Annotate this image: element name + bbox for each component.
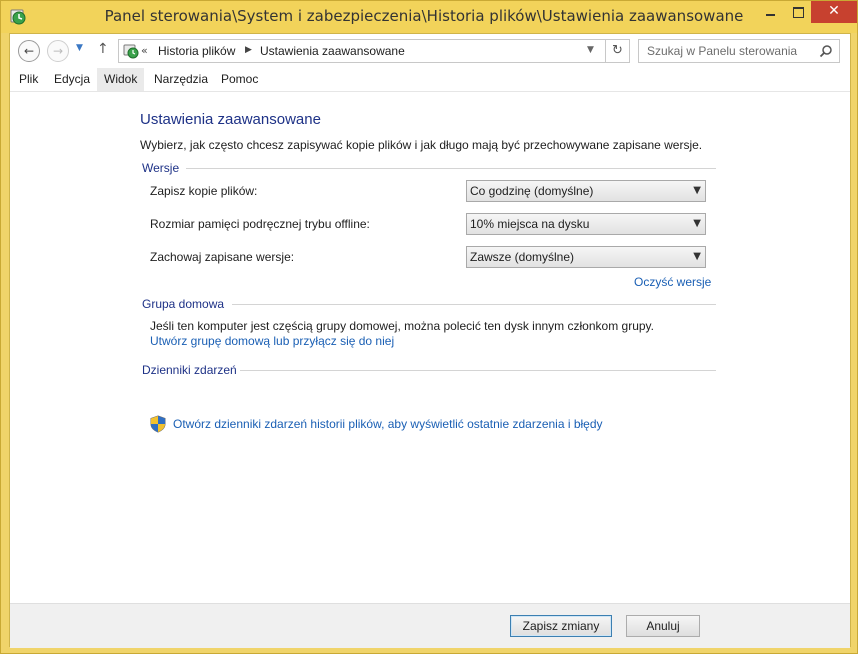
save-changes-button[interactable]: Zapisz zmiany: [510, 615, 612, 637]
homegroup-divider: [232, 304, 716, 305]
navigation-bar: ← → ▼ ↑ « Historia plików ▶ Ustawienia z…: [10, 34, 850, 68]
versions-header: Wersje: [142, 161, 180, 175]
breadcrumb-overflow-icon[interactable]: «: [141, 44, 148, 57]
save-copies-select[interactable]: Co godzinę (domyślne) ▼: [466, 180, 706, 202]
window-title: Panel sterowania\System i zabezpieczenia…: [104, 7, 744, 25]
breadcrumb-separator-icon[interactable]: ▶: [245, 45, 252, 55]
menu-tools[interactable]: Narzędzia: [147, 68, 215, 91]
page-description: Wybierz, jak często chcesz zapisywać kop…: [140, 138, 703, 152]
menu-help[interactable]: Pomoc: [214, 68, 265, 91]
menu-view[interactable]: Widok: [97, 68, 145, 91]
chevron-down-icon: ▼: [693, 218, 701, 229]
back-button[interactable]: ←: [18, 40, 40, 62]
search-box: [638, 39, 840, 63]
footer-bar: Zapisz zmiany Anuluj: [10, 603, 850, 648]
address-dropdown-icon[interactable]: ▼: [587, 45, 594, 55]
control-panel-icon: [123, 44, 139, 59]
breadcrumb-file-history[interactable]: Historia plików: [158, 44, 235, 58]
menu-edit[interactable]: Edycja: [47, 68, 97, 91]
versions-divider: [186, 168, 716, 169]
main-content: Ustawienia zaawansowane Wybierz, jak czę…: [10, 93, 850, 603]
client-area: ← → ▼ ↑ « Historia plików ▶ Ustawienia z…: [9, 33, 851, 648]
keep-versions-select[interactable]: Zawsze (domyślne) ▼: [466, 246, 706, 268]
page-title: Ustawienia zaawansowane: [140, 111, 321, 128]
menu-bar: Plik Edycja Widok Narzędzia Pomoc: [10, 68, 850, 92]
address-bar[interactable]: « Historia plików ▶ Ustawienia zaawansow…: [118, 39, 606, 63]
search-input[interactable]: [639, 40, 815, 62]
window: Panel sterowania\System i zabezpieczenia…: [0, 0, 858, 654]
search-icon[interactable]: [819, 44, 833, 58]
chevron-down-icon: ▼: [693, 251, 701, 262]
event-logs-header: Dzienniki zdarzeń: [142, 363, 237, 377]
maximize-button[interactable]: [785, 1, 811, 23]
up-button[interactable]: ↑: [97, 41, 109, 57]
offline-cache-value: 10% miejsca na dysku: [470, 217, 590, 231]
chevron-down-icon: ▼: [693, 185, 701, 196]
save-copies-label: Zapisz kopie plików:: [150, 184, 258, 198]
offline-cache-select[interactable]: 10% miejsca na dysku ▼: [466, 213, 706, 235]
event-logs-divider: [240, 370, 716, 371]
recent-locations-icon[interactable]: ▼: [76, 43, 83, 53]
homegroup-link[interactable]: Utwórz grupę domową lub przyłącz się do …: [150, 334, 394, 348]
cancel-button[interactable]: Anuluj: [626, 615, 700, 637]
keep-versions-value: Zawsze (domyślne): [470, 250, 575, 264]
homegroup-header: Grupa domowa: [142, 297, 225, 311]
keep-versions-label: Zachowaj zapisane wersje:: [150, 250, 295, 264]
close-icon: ✕: [828, 3, 840, 19]
menu-file[interactable]: Plik: [12, 68, 45, 91]
close-button[interactable]: ✕: [811, 1, 857, 23]
uac-shield-icon: [150, 415, 166, 433]
minimize-button[interactable]: [757, 1, 785, 23]
save-copies-value: Co godzinę (domyślne): [470, 184, 594, 198]
open-event-logs-link[interactable]: Otwórz dzienniki zdarzeń historii plików…: [173, 417, 603, 431]
homegroup-text: Jeśli ten komputer jest częścią grupy do…: [150, 319, 654, 333]
clean-up-versions-link[interactable]: Oczyść wersje: [634, 275, 711, 289]
breadcrumb-advanced-settings[interactable]: Ustawienia zaawansowane: [260, 44, 405, 58]
forward-button[interactable]: →: [47, 40, 69, 62]
title-bar[interactable]: Panel sterowania\System i zabezpieczenia…: [1, 1, 857, 33]
offline-cache-label: Rozmiar pamięci podręcznej trybu offline…: [150, 217, 370, 231]
refresh-button[interactable]: ↻: [606, 39, 630, 63]
